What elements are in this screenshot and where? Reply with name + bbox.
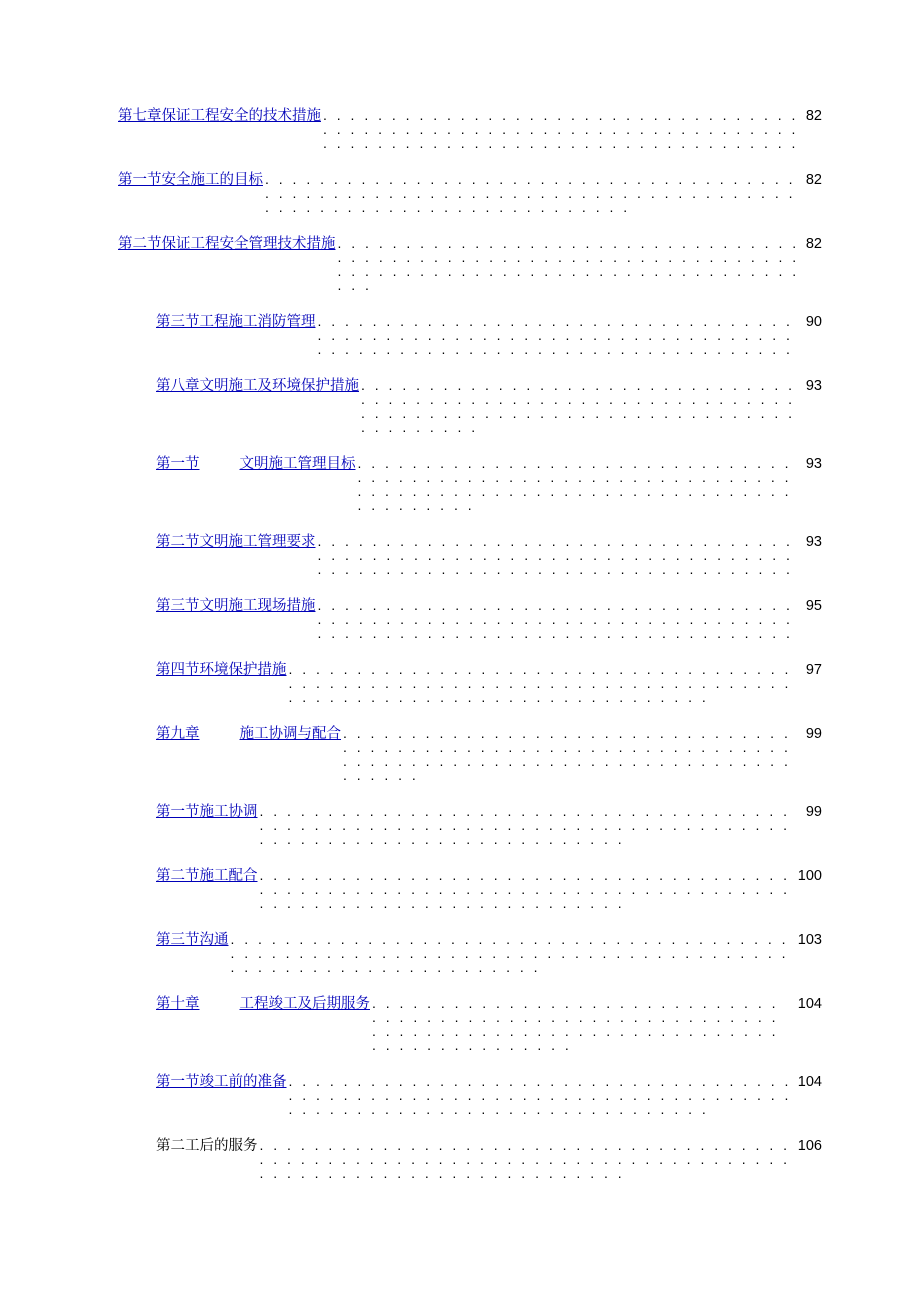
toc-link[interactable]: 第一节文明施工管理目标 xyxy=(156,456,356,471)
toc-entry: 第三节沟通 103 xyxy=(118,932,822,974)
toc-link[interactable]: 第七章保证工程安全的技术措施 xyxy=(118,108,321,123)
toc-page-number: 95 xyxy=(806,599,822,614)
toc-entry: 第一节施工协调 99 xyxy=(118,804,822,846)
toc-entry: 第九章施工协调与配合 99 xyxy=(118,726,822,782)
toc-page-number: 90 xyxy=(806,315,822,330)
toc-entry: 第一节竣工前的准备 104 xyxy=(118,1074,822,1116)
toc-entry: 第二工后的服务 106 xyxy=(118,1138,822,1180)
toc-page-number: 82 xyxy=(806,109,822,124)
toc-entry: 第七章保证工程安全的技术措施 82 xyxy=(118,108,822,150)
toc-link-tail: 文明施工管理目标 xyxy=(240,452,356,473)
toc-leader-dots xyxy=(318,598,800,640)
toc-entry: 第二节文明施工管理要求 93 xyxy=(118,534,822,576)
toc-page-number: 82 xyxy=(806,237,822,252)
toc-entry: 第三节工程施工消防管理 90 xyxy=(118,314,822,356)
toc-link[interactable]: 第四节环境保护措施 xyxy=(156,662,287,677)
toc-page-number: 93 xyxy=(806,535,822,550)
toc-link[interactable]: 第一节施工协调 xyxy=(156,804,258,819)
toc-entry: 第一节安全施工的目标 82 xyxy=(118,172,822,214)
toc-entry: 第四节环境保护措施 97 xyxy=(118,662,822,704)
toc-leader-dots xyxy=(289,662,800,704)
toc-page-number: 97 xyxy=(806,663,822,678)
toc-page-number: 82 xyxy=(806,173,822,188)
toc-page-number: 104 xyxy=(798,1075,822,1090)
table-of-contents: 第七章保证工程安全的技术措施82第一节安全施工的目标82第二节保证工程安全管理技… xyxy=(118,108,822,1180)
toc-page-number: 103 xyxy=(798,933,822,948)
toc-link[interactable]: 第三节文明施工现场措施 xyxy=(156,598,316,613)
toc-link[interactable]: 第十章工程竣工及后期服务 xyxy=(156,996,370,1011)
toc-link[interactable]: 第三节沟通 xyxy=(156,932,229,947)
toc-link[interactable]: 第二节保证工程安全管理技术措施 xyxy=(118,236,336,251)
document-page: 第七章保证工程安全的技术措施82第一节安全施工的目标82第二节保证工程安全管理技… xyxy=(0,0,920,1301)
toc-text: 第二工后的服务 xyxy=(156,1138,258,1153)
toc-link[interactable]: 第三节工程施工消防管理 xyxy=(156,314,316,329)
toc-link[interactable]: 第八章文明施工及环境保护措施 xyxy=(156,378,359,393)
toc-leader-dots xyxy=(289,1074,792,1116)
toc-leader-dots xyxy=(260,1138,792,1180)
toc-page-number: 93 xyxy=(806,379,822,394)
toc-leader-dots xyxy=(318,534,800,576)
toc-link[interactable]: 第二节文明施工管理要求 xyxy=(156,534,316,549)
toc-entry: 第二节保证工程安全管理技术措施 82 xyxy=(118,236,822,292)
toc-entry: 第十章工程竣工及后期服务 104 xyxy=(118,996,822,1052)
toc-page-number: 104 xyxy=(798,997,822,1012)
toc-link[interactable]: 第九章施工协调与配合 xyxy=(156,726,341,741)
toc-leader-dots xyxy=(372,996,792,1052)
toc-leader-dots xyxy=(265,172,800,214)
toc-entry: 第二节施工配合 100 xyxy=(118,868,822,910)
toc-leader-dots xyxy=(260,868,792,910)
toc-link[interactable]: 第一节安全施工的目标 xyxy=(118,172,263,187)
toc-leader-dots xyxy=(318,314,800,356)
toc-leader-dots xyxy=(323,108,800,150)
toc-entry: 第一节文明施工管理目标 93 xyxy=(118,456,822,512)
toc-entry: 第三节文明施工现场措施 95 xyxy=(118,598,822,640)
toc-link-tail: 施工协调与配合 xyxy=(240,722,342,743)
toc-page-number: 99 xyxy=(806,727,822,742)
toc-link-tail: 工程竣工及后期服务 xyxy=(240,992,371,1013)
toc-leader-dots xyxy=(361,378,800,434)
toc-entry: 第八章文明施工及环境保护措施 93 xyxy=(118,378,822,434)
toc-leader-dots xyxy=(358,456,800,512)
toc-page-number: 93 xyxy=(806,457,822,472)
toc-leader-dots xyxy=(231,932,792,974)
toc-leader-dots xyxy=(338,236,800,292)
toc-link[interactable]: 第一节竣工前的准备 xyxy=(156,1074,287,1089)
toc-link[interactable]: 第二节施工配合 xyxy=(156,868,258,883)
toc-leader-dots xyxy=(343,726,800,782)
toc-page-number: 99 xyxy=(806,805,822,820)
toc-page-number: 106 xyxy=(798,1139,822,1154)
toc-leader-dots xyxy=(260,804,800,846)
toc-page-number: 100 xyxy=(798,869,822,884)
